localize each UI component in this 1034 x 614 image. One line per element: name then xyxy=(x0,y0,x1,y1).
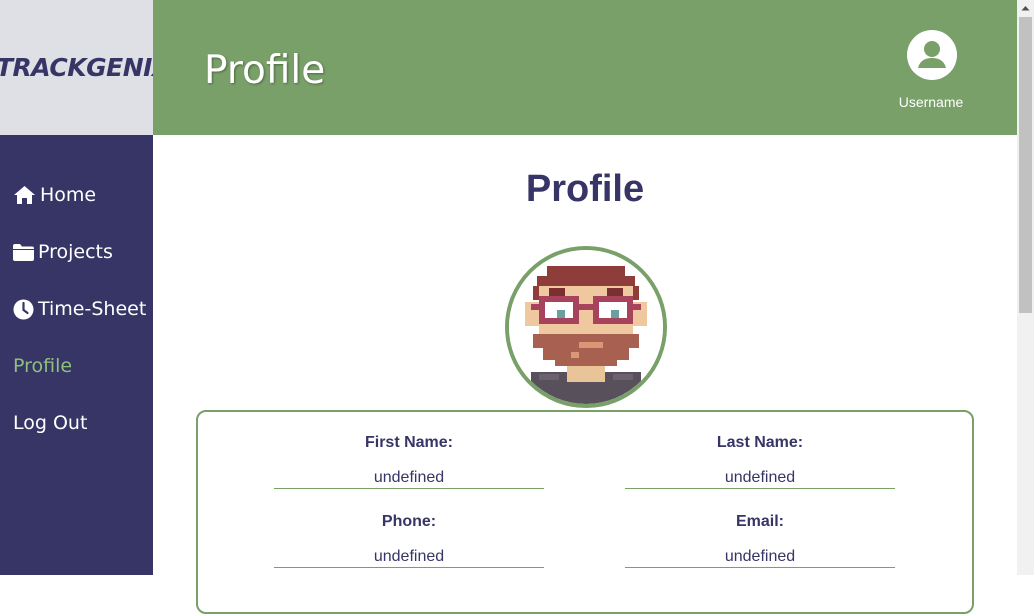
profile-card: First Name: Last Name: Phone: Email: xyxy=(196,410,974,614)
sidebar-item-logout[interactable]: Log Out xyxy=(13,409,87,437)
logo-area: TRACKGENIX xyxy=(0,0,153,135)
sidebar-item-label: Home xyxy=(40,184,97,206)
phone-label: Phone: xyxy=(381,513,437,530)
header-title: Profile xyxy=(204,48,326,93)
last-name-input[interactable] xyxy=(625,469,895,489)
pixel-avatar-icon xyxy=(509,250,663,404)
app-logo: TRACKGENIX xyxy=(0,53,153,82)
sidebar: Home Projects Time-Sheet Profile Log Out xyxy=(0,135,153,575)
user-avatar-icon xyxy=(907,30,957,80)
vertical-scrollbar[interactable] xyxy=(1017,0,1034,575)
scroll-up-arrow-icon[interactable] xyxy=(1017,0,1034,17)
home-icon xyxy=(14,186,35,204)
sidebar-item-time-sheet[interactable]: Time-Sheet xyxy=(13,295,146,323)
email-label: Email: xyxy=(735,513,784,530)
first-name-label: First Name: xyxy=(364,434,454,451)
first-name-input[interactable] xyxy=(274,469,544,489)
clock-icon xyxy=(13,299,34,319)
first-name-field: First Name: xyxy=(274,434,544,489)
profile-avatar xyxy=(505,246,667,408)
last-name-label: Last Name: xyxy=(716,434,804,451)
last-name-field: Last Name: xyxy=(625,434,895,489)
folder-icon xyxy=(13,244,34,261)
email-input[interactable] xyxy=(625,548,895,568)
phone-field: Phone: xyxy=(274,513,544,568)
user-menu[interactable]: Username xyxy=(891,30,971,112)
sidebar-item-home[interactable]: Home xyxy=(13,181,96,209)
email-field: Email: xyxy=(625,513,895,568)
scrollbar-thumb[interactable] xyxy=(1019,17,1032,313)
page-header: Profile Username xyxy=(153,0,1017,135)
sidebar-item-profile[interactable]: Profile xyxy=(13,352,72,380)
page-title: Profile xyxy=(525,168,645,210)
sidebar-item-label: Log Out xyxy=(13,412,88,434)
sidebar-item-projects[interactable]: Projects xyxy=(13,238,113,266)
sidebar-item-label: Time-Sheet xyxy=(38,298,147,320)
phone-input[interactable] xyxy=(274,548,544,568)
username-label: Username xyxy=(898,94,964,110)
sidebar-item-label: Profile xyxy=(13,355,73,377)
sidebar-item-label: Projects xyxy=(38,241,113,263)
